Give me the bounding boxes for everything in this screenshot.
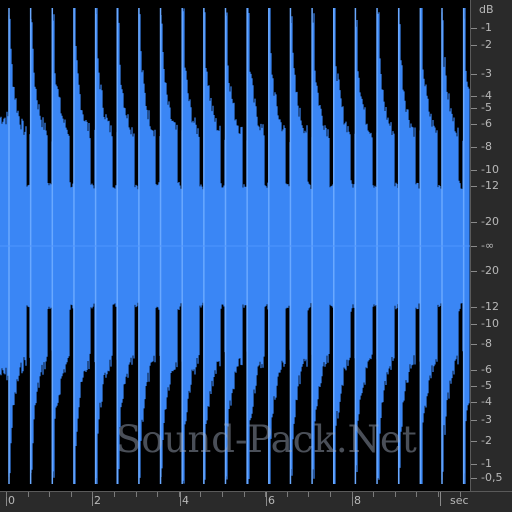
db-tick-label: -8 [481, 140, 492, 153]
time-minor-tick [244, 492, 245, 497]
time-minor-tick [6, 492, 7, 497]
db-tick-label: -12 [481, 300, 499, 313]
db-tick [471, 222, 477, 223]
time-major-tick [180, 492, 181, 506]
db-tick-label: -∞ [481, 239, 495, 252]
db-tick [471, 147, 477, 148]
db-tick-label: -6 [481, 117, 492, 130]
time-minor-tick [92, 492, 93, 497]
db-tick [471, 271, 477, 272]
time-tick-label: 0 [8, 494, 15, 507]
db-scale-ruler: dB -1 -2 -3 -4 -5 -6 -8 -10 -12 -20 -∞ -20 -12 -10 -8 -… [470, 0, 512, 491]
db-tick-label: -1 [481, 457, 492, 470]
db-tick-label: -2 [481, 38, 492, 51]
time-minor-tick [179, 492, 180, 497]
time-minor-tick [28, 492, 29, 497]
time-tick-label: 8 [354, 494, 361, 507]
db-tick-label: -5 [481, 379, 492, 392]
db-tick [471, 386, 477, 387]
db-tick [471, 420, 477, 421]
db-tick [471, 307, 477, 308]
db-tick-label: -6 [481, 363, 492, 376]
db-tick-label: -20 [481, 264, 499, 277]
watermark-text: Sound-Pack.Net [116, 418, 417, 461]
db-tick [471, 45, 477, 46]
time-minor-tick [222, 492, 223, 497]
time-minor-tick [114, 492, 115, 497]
db-tick [471, 74, 477, 75]
time-tick-label: 2 [94, 494, 101, 507]
db-tick-label: -4 [481, 395, 492, 408]
db-tick-label: -12 [481, 179, 499, 192]
db-tick-label: -1 [481, 21, 492, 34]
time-minor-tick [49, 492, 50, 497]
time-ruler[interactable]: 0 2 4 6 8 sec [0, 491, 512, 512]
db-tick-label: -10 [481, 317, 499, 330]
time-tick-label: 4 [182, 494, 189, 507]
db-unit-label: dB [479, 3, 494, 16]
time-major-tick [266, 492, 267, 506]
db-tick-label: -20 [481, 215, 499, 228]
db-tick [471, 402, 477, 403]
db-tick [471, 344, 477, 345]
waveform-trace [0, 8, 470, 484]
time-minor-tick [352, 492, 353, 497]
time-minor-tick [71, 492, 72, 497]
db-tick [471, 28, 477, 29]
db-tick-label: -10 [481, 163, 499, 176]
time-minor-tick [265, 492, 266, 497]
time-major-tick [440, 492, 441, 506]
db-tick-label: -8 [481, 337, 492, 350]
db-tick [471, 324, 477, 325]
db-tick [471, 441, 477, 442]
db-tick-label: -5 [481, 101, 492, 114]
time-unit-label: sec [450, 494, 469, 507]
time-tick-label: 6 [268, 494, 275, 507]
db-tick [471, 370, 477, 371]
db-tick-label: -3 [481, 413, 492, 426]
db-tick [471, 96, 477, 97]
time-minor-tick [308, 492, 309, 497]
db-tick [471, 464, 477, 465]
db-tick [471, 124, 477, 125]
db-tick [471, 478, 477, 479]
time-minor-tick [157, 492, 158, 497]
time-minor-tick [438, 492, 439, 497]
time-minor-tick [395, 492, 396, 497]
time-minor-tick [200, 492, 201, 497]
db-tick-label: -0,5 [481, 471, 503, 484]
db-tick [471, 108, 477, 109]
time-minor-tick [416, 492, 417, 497]
audio-editor-view: dB -1 -2 -3 -4 -5 -6 -8 -10 -12 -20 -∞ -20 -12 -10 -8-… [0, 0, 512, 512]
time-minor-tick [330, 492, 331, 497]
db-tick-label: -2 [481, 434, 492, 447]
time-minor-tick [373, 492, 374, 497]
db-tick [471, 170, 477, 171]
db-tick [471, 186, 477, 187]
db-tick [471, 246, 477, 247]
db-tick-label: -3 [481, 67, 492, 80]
time-minor-tick [287, 492, 288, 497]
time-minor-tick [136, 492, 137, 497]
